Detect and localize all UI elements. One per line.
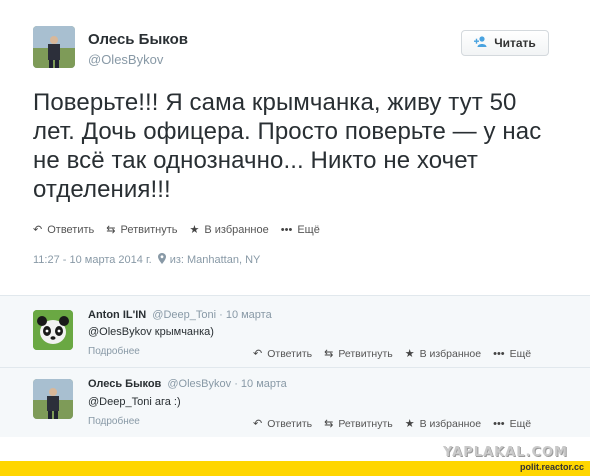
reply-text: @Deep_Toni ага :): [88, 396, 181, 408]
reply-author[interactable]: Anton IL'IN @Deep_Toni · 10 марта: [88, 309, 272, 321]
retweet-button[interactable]: ⇆ Ретвитнуть: [324, 347, 393, 361]
more-label: Ещё: [509, 417, 532, 430]
retweet-label: Ретвитнуть: [338, 347, 393, 360]
author-avatar[interactable]: [33, 26, 75, 68]
reply-body: ага :): [151, 396, 181, 408]
reactor-bar: [0, 461, 590, 476]
favorite-button[interactable]: ★ В избранное: [404, 347, 482, 361]
reply-actions: ↶ Ответить ⇆ Ретвитнуть ★ В избранное ••…: [253, 417, 543, 431]
reply-author-handle: @Deep_Toni: [152, 309, 217, 321]
reply-date[interactable]: · 10 марта: [219, 309, 272, 321]
retweet-icon: ⇆: [324, 348, 334, 360]
more-button[interactable]: ••• Ещё: [493, 418, 531, 430]
reply-mention[interactable]: @OlesBykov: [88, 326, 152, 338]
reply-arrow-icon: ↶: [253, 348, 263, 360]
follow-button[interactable]: Читать: [461, 30, 549, 56]
main-tweet: Олесь Быков @OlesBykov Читать Поверьте!!…: [0, 0, 590, 295]
pin-icon: [157, 253, 166, 267]
author-handle[interactable]: @OlesBykov: [88, 52, 163, 67]
reply-actions: ↶ Ответить ⇆ Ретвитнуть ★ В избранное ••…: [253, 347, 543, 361]
reply-button[interactable]: ↶ Ответить: [33, 223, 95, 237]
reply-arrow-icon: ↶: [253, 418, 263, 430]
reply-author-name: Олесь Быков: [88, 378, 162, 390]
tweet-text: Поверьте!!! Я сама крымчанка, живу тут 5…: [33, 89, 542, 203]
favorite-button[interactable]: ★ В избранное: [404, 417, 482, 431]
reply-avatar[interactable]: [33, 310, 73, 350]
reply-label: Ответить: [267, 347, 313, 360]
more-button[interactable]: ••• Ещё: [281, 224, 320, 236]
reply-body: крымчанка): [151, 326, 214, 338]
retweet-icon: ⇆: [106, 224, 116, 236]
more-label: Ещё: [509, 347, 532, 360]
tweet-meta: 11:27 - 10 марта 2014 г. из: Manhattan, …: [33, 253, 260, 267]
star-icon: ★: [189, 224, 200, 236]
retweet-icon: ⇆: [324, 418, 334, 430]
reply-text: @OlesBykov крымчанка): [88, 326, 214, 338]
reply-details-link[interactable]: Подробнее: [88, 416, 140, 427]
author-name[interactable]: Олесь Быков: [88, 31, 188, 48]
reply-mention[interactable]: @Deep_Toni: [88, 396, 152, 408]
tweet-location[interactable]: из: Manhattan, NY: [170, 254, 261, 266]
follow-label: Читать: [494, 36, 536, 50]
retweet-label: Ретвитнуть: [120, 223, 178, 236]
reply-details-link[interactable]: Подробнее: [88, 346, 140, 357]
reply-label: Ответить: [267, 417, 313, 430]
reply-item: Олесь Быков @OlesBykov · 10 марта @Deep_…: [0, 368, 590, 437]
reply-button[interactable]: ↶ Ответить: [253, 417, 313, 431]
ellipsis-icon: •••: [280, 223, 293, 236]
reply-author-handle: @OlesBykov: [167, 378, 232, 390]
retweet-button[interactable]: ⇆ Ретвитнуть: [106, 223, 178, 237]
more-label: Ещё: [297, 223, 320, 236]
reply-arrow-icon: ↶: [33, 224, 43, 236]
add-user-icon: [474, 36, 488, 50]
favorite-label: В избранное: [419, 347, 482, 360]
tweet-timestamp[interactable]: 11:27 - 10 марта 2014 г.: [33, 254, 152, 266]
favorite-button[interactable]: ★ В избранное: [189, 223, 269, 237]
retweet-label: Ретвитнуть: [338, 417, 393, 430]
favorite-label: В избранное: [204, 223, 269, 236]
tweet-actions: ↶ Ответить ⇆ Ретвитнуть ★ В избранное ••…: [33, 223, 332, 237]
reply-author[interactable]: Олесь Быков @OlesBykov · 10 марта: [88, 378, 287, 390]
reply-date[interactable]: · 10 марта: [234, 378, 287, 390]
yaplakal-watermark: YAPLAKAL.COM: [443, 445, 568, 460]
reply-author-name: Anton IL'IN: [88, 309, 147, 321]
reply-avatar[interactable]: [33, 379, 73, 419]
more-button[interactable]: ••• Ещё: [493, 348, 531, 360]
retweet-button[interactable]: ⇆ Ретвитнуть: [324, 417, 393, 431]
ellipsis-icon: •••: [493, 347, 505, 360]
reply-button[interactable]: ↶ Ответить: [253, 347, 313, 361]
star-icon: ★: [404, 418, 415, 430]
ellipsis-icon: •••: [493, 417, 505, 430]
reply-item: Anton IL'IN @Deep_Toni · 10 марта @OlesB…: [0, 296, 590, 366]
reply-label: Ответить: [47, 223, 95, 236]
star-icon: ★: [404, 348, 415, 360]
favorite-label: В избранное: [419, 417, 482, 430]
reactor-watermark: polit.reactor.cc: [519, 462, 584, 472]
